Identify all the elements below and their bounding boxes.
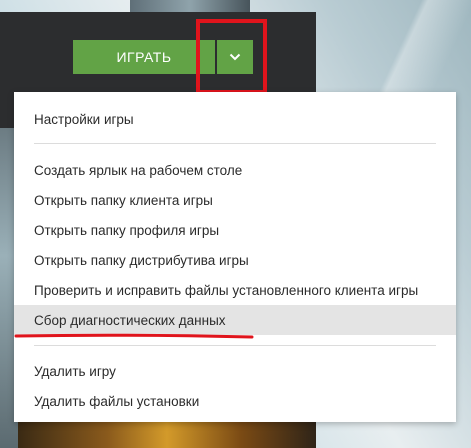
play-button[interactable]: ИГРАТЬ — [73, 40, 215, 74]
game-artwork-bottom — [18, 420, 316, 448]
annotation-underline — [14, 333, 254, 339]
menu-item-collect-diagnostics[interactable]: Сбор диагностических данных — [14, 305, 456, 335]
game-options-menu: Настройки игры Создать ярлык на рабочем … — [14, 92, 456, 422]
menu-item-delete-install-files[interactable]: Удалить файлы установки — [14, 386, 456, 416]
menu-item-open-distributive-folder[interactable]: Открыть папку дистрибутива игры — [14, 245, 456, 275]
annotation-highlight-box — [196, 19, 267, 94]
menu-item-uninstall-game[interactable]: Удалить игру — [14, 356, 456, 386]
menu-item-verify-repair-files[interactable]: Проверить и исправить файлы установленно… — [14, 275, 456, 305]
menu-item-open-profile-folder[interactable]: Открыть папку профиля игры — [14, 215, 456, 245]
menu-separator — [34, 143, 436, 144]
menu-item-game-settings[interactable]: Настройки игры — [14, 104, 456, 134]
menu-item-open-client-folder[interactable]: Открыть папку клиента игры — [14, 185, 456, 215]
menu-separator — [34, 345, 436, 346]
menu-item-create-shortcut[interactable]: Создать ярлык на рабочем столе — [14, 155, 456, 185]
